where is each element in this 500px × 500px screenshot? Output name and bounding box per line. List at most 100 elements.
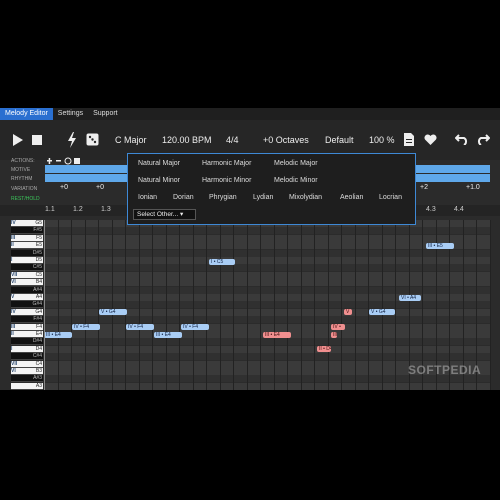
melody-note[interactable]: VI • A4 <box>399 294 421 301</box>
melody-editor-window: Melody Editor Settings Support C Major 1… <box>0 108 500 390</box>
stop-icon[interactable] <box>32 135 42 145</box>
preset-field[interactable]: Default <box>325 133 354 147</box>
grid-beat-line <box>300 220 302 390</box>
melody-note[interactable]: V • G4 <box>369 309 395 316</box>
play-icon[interactable] <box>12 133 24 147</box>
dice-icon[interactable] <box>86 133 99 146</box>
variation-value-2[interactable]: +0 <box>96 181 104 195</box>
tab-support[interactable]: Support <box>88 108 123 120</box>
tab-melody-editor[interactable]: Melody Editor <box>0 108 53 120</box>
melody-note[interactable]: IV • F4 <box>181 324 209 331</box>
redo-icon[interactable] <box>476 134 490 145</box>
piano-key[interactable]: A#3 <box>11 375 43 383</box>
variation-value-1[interactable]: +0 <box>60 181 68 195</box>
ruler-tick: 4.3 <box>426 206 436 213</box>
mode-mixolydian[interactable]: Mixolydian <box>289 194 322 201</box>
zoom-field[interactable]: 100 % <box>369 133 395 147</box>
piano-key[interactable]: G#4 <box>11 301 43 309</box>
melody-note[interactable]: IV • <box>331 324 345 331</box>
bpm-field[interactable]: 120.00 BPM <box>162 133 212 147</box>
chevron-down-icon: ▾ <box>180 211 184 218</box>
scale-degree-label: III <box>11 323 16 330</box>
piano-key[interactable]: A#4 <box>11 286 43 294</box>
file-icon[interactable] <box>404 133 414 146</box>
grid-beat-line <box>489 220 491 390</box>
grid-beat-line <box>219 220 221 390</box>
menu-bar: Melody Editor Settings Support <box>0 108 500 120</box>
action-icons[interactable] <box>47 157 83 165</box>
melody-note[interactable]: II • D4 <box>317 346 331 353</box>
piano-key[interactable]: D#4 <box>11 338 43 346</box>
melody-note[interactable]: IV • F4 <box>126 324 154 331</box>
playhead[interactable] <box>44 220 45 390</box>
mode-phrygian[interactable]: Phrygian <box>209 194 237 201</box>
melody-note[interactable]: III • E4 <box>263 331 291 338</box>
grid-beat-line <box>179 220 180 390</box>
piano-key[interactable]: A3 <box>11 382 43 390</box>
heart-icon[interactable] <box>424 134 437 146</box>
melody-note[interactable]: III • E5 <box>426 242 454 249</box>
scale-harmonic-major[interactable]: Harmonic Major <box>202 160 251 167</box>
grid-beat-line <box>125 220 126 390</box>
select-other-label: Select Other... <box>137 211 179 218</box>
grid-beat-line <box>57 220 59 390</box>
scale-degree-label: VI <box>11 279 16 286</box>
piano-key[interactable]: F#5 <box>11 227 43 235</box>
actions-label: ACTIONS: <box>11 158 35 164</box>
grid-beat-line <box>341 220 342 390</box>
mode-locrian[interactable]: Locrian <box>379 194 402 201</box>
grid-beat-line <box>206 220 207 390</box>
variation-value-4[interactable]: +1.0 <box>466 181 480 195</box>
scale-melodic-minor[interactable]: Melodic Minor <box>274 177 318 184</box>
grid-beat-line <box>111 220 113 390</box>
piano-key[interactable]: C#4 <box>11 353 43 361</box>
scale-degree-label: IV <box>11 308 16 315</box>
grid-beat-line <box>287 220 288 390</box>
piano-key[interactable]: D#5 <box>11 249 43 257</box>
octave-field[interactable]: +0 Octaves <box>263 133 309 147</box>
key-selector[interactable]: C Major <box>115 133 147 147</box>
melody-note[interactable]: V <box>344 309 352 316</box>
mode-aeolian[interactable]: Aeolian <box>340 194 363 201</box>
mode-dorian[interactable]: Dorian <box>173 194 194 201</box>
scale-degree-label: VII <box>11 360 18 367</box>
scale-melodic-major[interactable]: Melodic Major <box>274 160 318 167</box>
scale-natural-minor[interactable]: Natural Minor <box>138 177 180 184</box>
scale-degree-label: I <box>11 345 13 352</box>
meter-field[interactable]: 4/4 <box>226 133 239 147</box>
tab-settings[interactable]: Settings <box>53 108 88 120</box>
ruler-tick: 1.2 <box>73 206 83 213</box>
scale-degree-label: II <box>11 242 14 249</box>
piano-key[interactable]: C#5 <box>11 264 43 272</box>
scale-harmonic-minor[interactable]: Harmonic Minor <box>202 177 251 184</box>
variation-value-3[interactable]: +2 <box>420 181 428 195</box>
ruler-tick: 1.3 <box>101 206 111 213</box>
scale-degree-label: V <box>11 294 15 300</box>
grid-beat-line <box>138 220 140 390</box>
select-other-dropdown[interactable]: Select Other... ▾ <box>133 209 196 220</box>
scale-degree-label: II <box>11 331 14 337</box>
grid-beat-line <box>233 220 234 390</box>
scale-natural-major[interactable]: Natural Major <box>138 160 180 167</box>
melody-note[interactable]: III • E4 <box>44 331 72 338</box>
melody-note[interactable]: V • G4 <box>99 309 127 316</box>
melody-note[interactable]: III • E4 <box>154 331 182 338</box>
ruler-tick: 4.4 <box>454 206 464 213</box>
melody-note[interactable]: III <box>331 331 337 338</box>
motive-label: MOTIVE <box>11 167 31 173</box>
grid-beat-line <box>98 220 99 390</box>
undo-icon[interactable] <box>455 134 469 145</box>
grid-beat-line <box>192 220 194 390</box>
grid-beat-line <box>260 220 261 390</box>
piano-key[interactable]: F#4 <box>11 316 43 324</box>
grid-beat-line <box>381 220 383 390</box>
ruler-tick: 1.1 <box>45 206 55 213</box>
grid-beat-line <box>327 220 329 390</box>
mode-ionian[interactable]: Ionian <box>138 194 157 201</box>
melody-note[interactable]: I • C5 <box>209 258 235 265</box>
grid-beat-line <box>314 220 315 390</box>
mode-lydian[interactable]: Lydian <box>253 194 273 201</box>
lightning-icon[interactable] <box>67 132 77 148</box>
melody-note[interactable]: IV • F4 <box>72 324 100 331</box>
scale-degree-label: VII <box>11 271 18 278</box>
